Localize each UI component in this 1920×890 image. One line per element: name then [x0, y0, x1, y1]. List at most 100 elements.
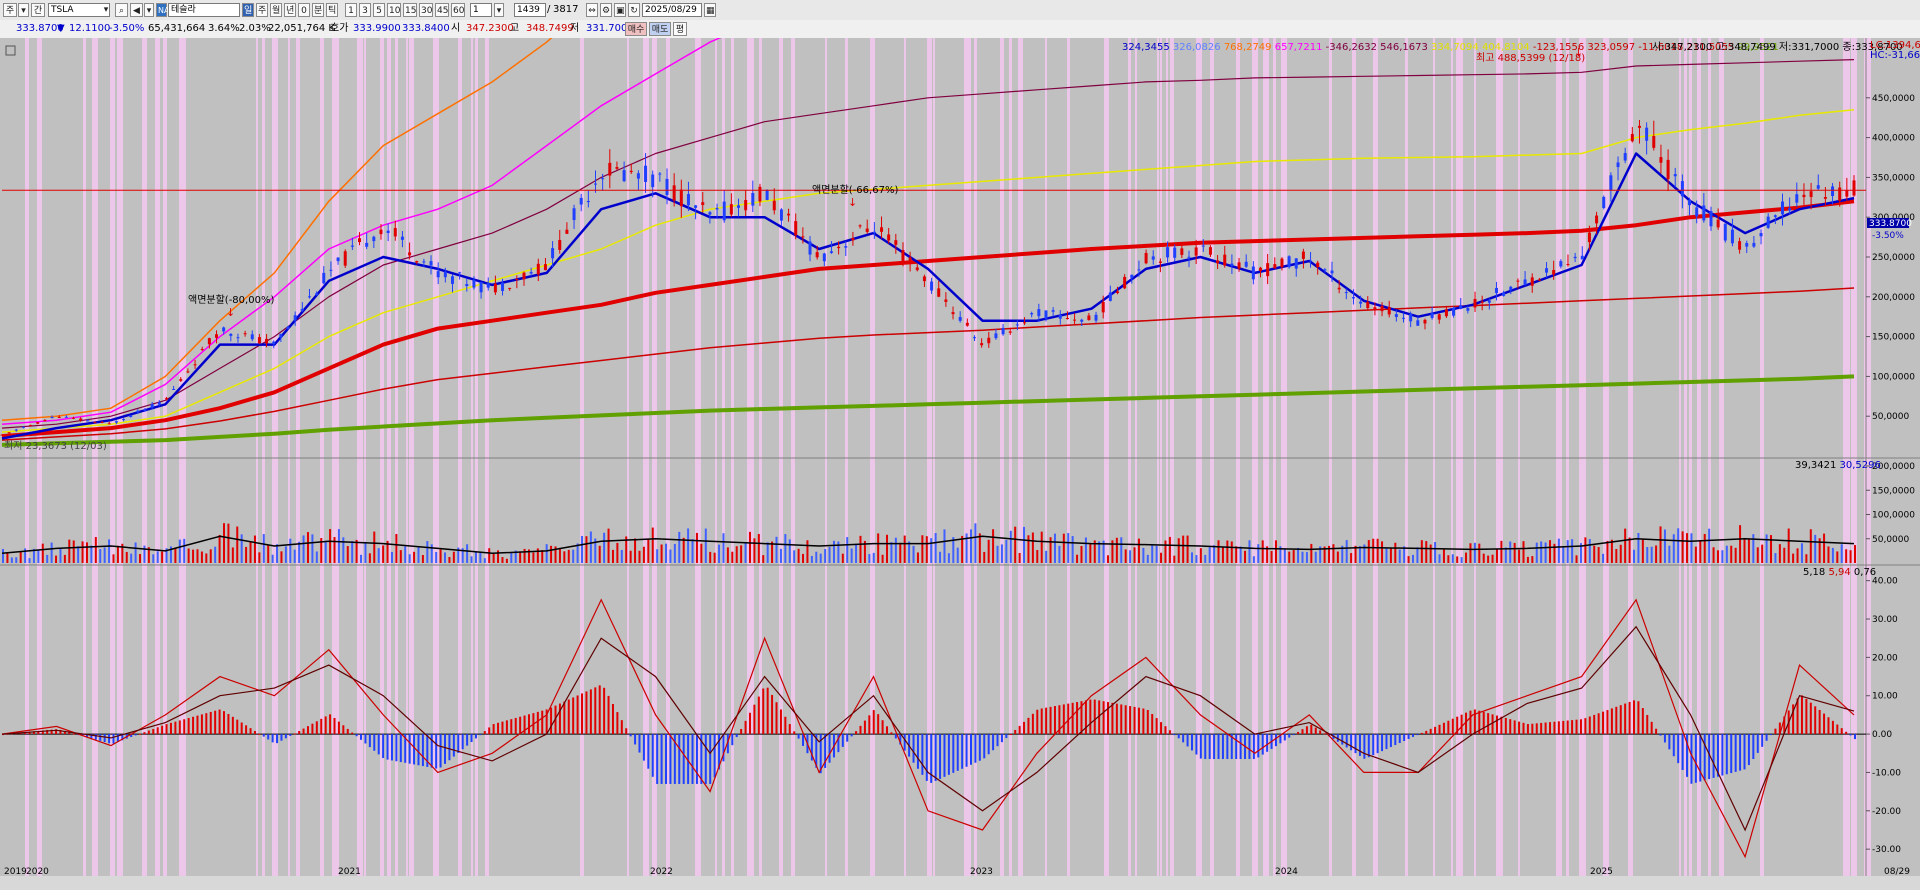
- sell-button[interactable]: 매도: [649, 22, 671, 36]
- mode-dropdown-icon[interactable]: ▾: [18, 3, 29, 17]
- symbol-dropdown-icon[interactable]: ▾: [101, 3, 111, 17]
- macd-histogram-bar: [1469, 710, 1472, 735]
- candle-body: [379, 229, 383, 235]
- macd-histogram-bar: [271, 734, 274, 743]
- count-input[interactable]: 1: [470, 3, 492, 17]
- minute-60-button[interactable]: 60: [451, 3, 465, 17]
- macd-histogram-bar: [1655, 728, 1658, 735]
- period-tick-button[interactable]: 틱: [326, 3, 338, 17]
- candle-body: [701, 202, 705, 205]
- volume-bar: [1358, 546, 1361, 563]
- candle-body: [1487, 300, 1491, 303]
- macd-histogram-bar: [1107, 702, 1110, 735]
- macd-histogram-bar: [1602, 711, 1605, 735]
- speaker-dropdown-icon[interactable]: ▾: [144, 3, 154, 17]
- range-input[interactable]: 1439: [514, 3, 546, 17]
- macd-histogram-bar: [364, 734, 367, 744]
- refresh-icon[interactable]: ↻: [628, 3, 640, 17]
- mode-button[interactable]: 주: [3, 3, 17, 17]
- macd-histogram-bar: [311, 723, 314, 735]
- macd-histogram-bar: [1310, 724, 1313, 735]
- volume-bar: [390, 551, 393, 563]
- macd-histogram-bar: [669, 734, 672, 784]
- macd-histogram-bar: [793, 731, 796, 735]
- volume-bar: [55, 555, 58, 563]
- highlight-band: [1166, 38, 1168, 876]
- highlight-band: [1851, 38, 1857, 876]
- stock-name-field[interactable]: 테슬라: [168, 3, 240, 17]
- macd-histogram-bar: [134, 734, 137, 736]
- highlight-band: [262, 38, 265, 876]
- macd-histogram-bar: [289, 734, 292, 736]
- candle-body: [894, 240, 898, 245]
- macd-histogram-bar: [386, 734, 389, 760]
- minute-30-button[interactable]: 30: [419, 3, 433, 17]
- period-year-button[interactable]: 년: [284, 3, 296, 17]
- volume-bar: [223, 523, 226, 563]
- low-annotation: 최저 23,3673 (12/03): [4, 440, 107, 452]
- volume-bar: [161, 551, 164, 563]
- volume-bar: [757, 533, 760, 563]
- volume-bar: [1849, 550, 1852, 563]
- macd-histogram-bar: [1274, 734, 1277, 747]
- volume-bar: [452, 551, 455, 563]
- period-month-button[interactable]: 월: [270, 3, 282, 17]
- speaker-icon[interactable]: ◀: [130, 3, 143, 17]
- period-zero-button[interactable]: 0: [298, 3, 310, 17]
- minute-3-button[interactable]: 3: [359, 3, 371, 17]
- macd-histogram-bar: [342, 725, 345, 735]
- candle-body: [672, 185, 676, 201]
- macd-histogram-bar: [1442, 722, 1445, 735]
- macd-histogram-bar: [1584, 718, 1587, 735]
- calendar-icon[interactable]: ▦: [704, 3, 716, 17]
- macd-histogram-bar: [1504, 717, 1507, 735]
- volume-tick-label: 50,0000: [1872, 535, 1909, 545]
- date-input[interactable]: 2025/08/29: [642, 3, 702, 17]
- candle-body: [1480, 301, 1484, 303]
- period-day-button[interactable]: 일: [242, 3, 254, 17]
- mode2-button[interactable]: 간: [31, 3, 45, 17]
- count-dropdown-icon[interactable]: ▾: [494, 3, 504, 17]
- minute-10-button[interactable]: 10: [387, 3, 401, 17]
- volume-bar: [368, 553, 371, 563]
- macd-histogram-bar: [1699, 734, 1702, 782]
- candle-body: [1502, 292, 1506, 296]
- save-icon[interactable]: ▣: [614, 3, 626, 17]
- volume-bar: [240, 534, 243, 563]
- macd-histogram-bar: [1694, 734, 1697, 783]
- settings-icon[interactable]: ⚙: [600, 3, 612, 17]
- search-icon[interactable]: ⌕: [115, 3, 128, 17]
- volume-bar: [1668, 545, 1671, 563]
- macd-histogram-bar: [284, 734, 287, 739]
- volume-bar: [824, 549, 827, 563]
- buy-button[interactable]: 매수: [625, 22, 647, 36]
- volume-bar: [1155, 545, 1158, 563]
- volume-bar: [1747, 539, 1750, 563]
- eval-button[interactable]: 평: [673, 22, 687, 36]
- macd-histogram-bar: [1659, 734, 1662, 736]
- highlight-band: [288, 38, 290, 876]
- candle-body: [1659, 157, 1663, 163]
- hc-label: HC:-31,66: [1870, 50, 1920, 61]
- macd-histogram-bar: [921, 734, 924, 775]
- volume-bar: [192, 549, 195, 563]
- scroll-icon[interactable]: ⇔: [586, 3, 598, 17]
- minute-5-button[interactable]: 5: [373, 3, 385, 17]
- macd-histogram-bar: [1151, 714, 1154, 735]
- minute-15-button[interactable]: 15: [403, 3, 417, 17]
- candle-body: [765, 190, 769, 201]
- macd-histogram-bar: [1367, 734, 1370, 758]
- period-minute-button[interactable]: 분: [312, 3, 324, 17]
- volume-bar: [651, 527, 654, 563]
- stock-chart[interactable]: ↓↓↓ 450,0000400,0000350,0000300,0000250,…: [0, 38, 1920, 876]
- volume-bar: [1305, 552, 1308, 563]
- volume-bar: [488, 548, 491, 563]
- volume-bar: [859, 535, 862, 563]
- volume-bar: [1451, 554, 1454, 563]
- candle-body: [429, 261, 433, 266]
- period-week-button[interactable]: 주: [256, 3, 268, 17]
- minute-45-button[interactable]: 45: [435, 3, 449, 17]
- volume-bar: [1509, 541, 1512, 563]
- minute-1-button[interactable]: 1: [345, 3, 357, 17]
- macd-histogram-bar: [691, 734, 694, 784]
